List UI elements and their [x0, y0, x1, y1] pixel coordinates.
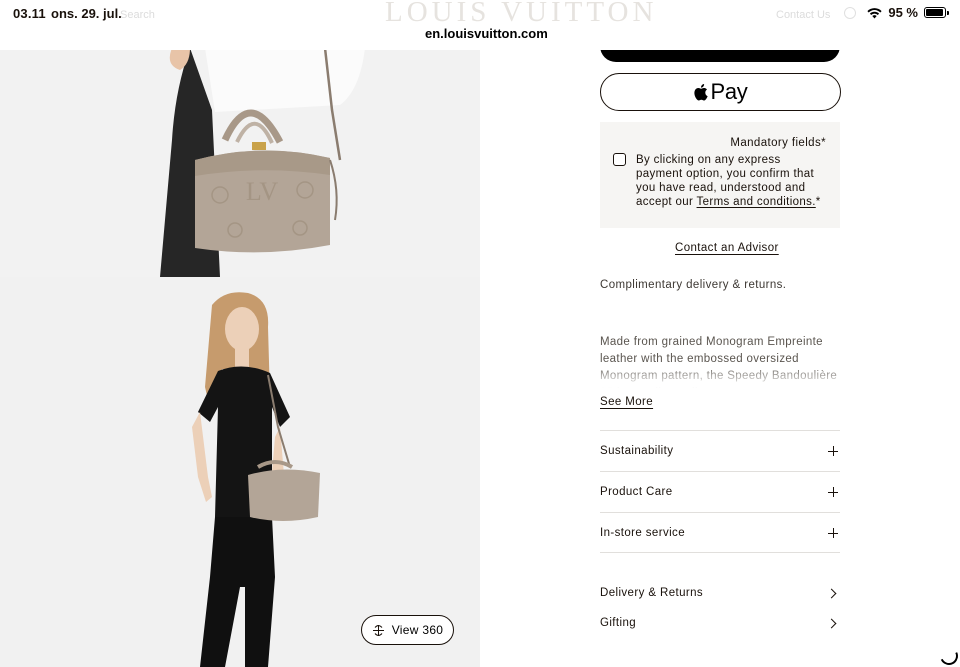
consent-panel: Mandatory fields* By clicking on any exp… — [600, 122, 840, 228]
battery-icon — [924, 7, 949, 18]
apple-logo-icon — [694, 84, 709, 101]
header-contact-link[interactable]: Contact Us — [776, 9, 830, 21]
header-search-link[interactable]: Search — [120, 9, 155, 21]
accordion-sustainability[interactable]: Sustainability — [600, 430, 840, 471]
apple-pay-button[interactable]: Pay — [600, 73, 841, 111]
gifting-link[interactable]: Gifting — [600, 612, 840, 634]
view-360-label: View 360 — [391, 623, 444, 637]
terms-checkbox[interactable] — [613, 153, 626, 166]
search-icon[interactable] — [844, 7, 856, 19]
chevron-right-icon — [826, 588, 837, 598]
consent-text: By clicking on any express payment optio… — [636, 153, 826, 209]
nav-label: Gifting — [600, 617, 637, 629]
battery-percent: 95 % — [888, 5, 918, 20]
nav-label: Delivery & Returns — [600, 587, 704, 599]
product-image-model[interactable] — [0, 277, 480, 667]
plus-icon — [828, 487, 838, 497]
delivery-returns-link[interactable]: Delivery & Returns — [600, 582, 840, 604]
accordion-product-care[interactable]: Product Care — [600, 471, 840, 512]
status-indicators: 95 % — [867, 5, 949, 20]
apple-pay-label: Pay — [710, 79, 748, 104]
mandatory-fields-label: Mandatory fields* — [730, 137, 826, 149]
loading-spinner-icon — [937, 644, 960, 667]
status-date: ons. 29. jul. — [51, 6, 122, 21]
divider — [600, 552, 840, 553]
accordion-label: In-store service — [600, 527, 686, 539]
accordion-label: Sustainability — [600, 445, 674, 457]
status-time: 03.11 — [13, 6, 46, 21]
accordion-in-store-service[interactable]: In-store service — [600, 512, 840, 553]
product-image-bag-carried[interactable]: LV — [0, 50, 480, 277]
rotate-360-icon — [372, 624, 384, 636]
plus-icon — [828, 446, 838, 456]
description-fade — [600, 364, 840, 388]
see-more-link[interactable]: See More — [600, 396, 653, 408]
plus-icon — [828, 528, 838, 538]
contact-advisor-link[interactable]: Contact an Advisor — [675, 242, 779, 254]
url-bar[interactable]: en.louisvuitton.com — [416, 23, 557, 45]
view-360-button[interactable]: View 360 — [361, 615, 454, 645]
chevron-right-icon — [826, 618, 837, 628]
required-asterisk: * — [815, 196, 821, 208]
wifi-icon — [867, 7, 882, 18]
svg-text:LV: LV — [246, 177, 278, 206]
delivery-note: Complimentary delivery & returns. — [600, 279, 787, 291]
accordion-label: Product Care — [600, 486, 673, 498]
terms-link[interactable]: Terms and conditions. — [697, 196, 816, 208]
